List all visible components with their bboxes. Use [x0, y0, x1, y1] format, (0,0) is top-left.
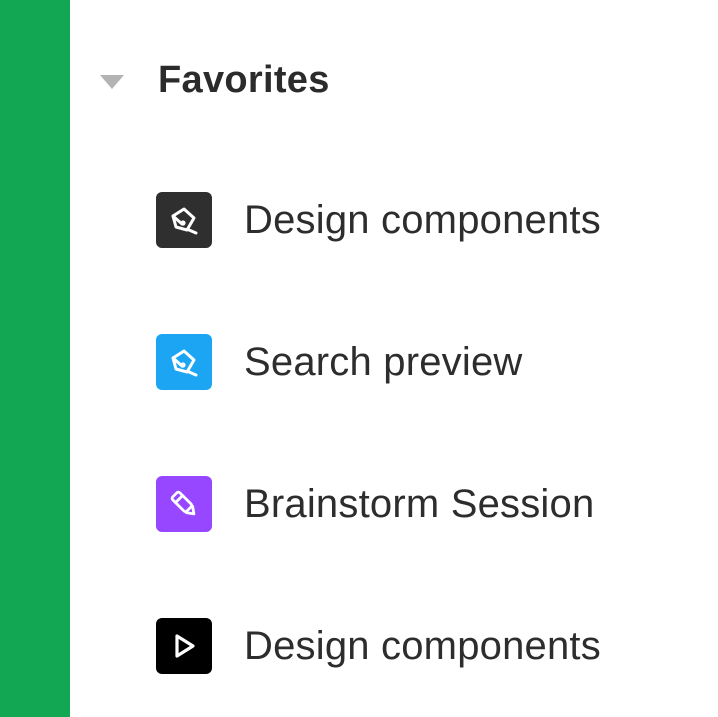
pen-tool-icon: [156, 192, 212, 248]
favorite-item-search-preview[interactable]: Search preview: [156, 333, 522, 391]
item-label: Brainstorm Session: [244, 481, 595, 526]
favorite-item-brainstorm-session[interactable]: Brainstorm Session: [156, 475, 594, 533]
left-rail: [0, 0, 70, 717]
pen-tool-icon: [156, 334, 212, 390]
marker-icon: [156, 476, 212, 532]
item-label: Design components: [244, 197, 601, 242]
caret-down-icon[interactable]: [100, 75, 124, 89]
favorite-item-design-components-2[interactable]: Design components: [156, 617, 601, 675]
favorite-item-design-components[interactable]: Design components: [156, 191, 601, 249]
favorites-panel: Favorites Design components Search previ…: [70, 0, 718, 717]
favorites-section-toggle[interactable]: Favorites: [100, 52, 330, 108]
item-label: Design components: [244, 623, 601, 668]
play-icon: [156, 618, 212, 674]
section-title: Favorites: [158, 58, 330, 101]
item-label: Search preview: [244, 339, 523, 384]
